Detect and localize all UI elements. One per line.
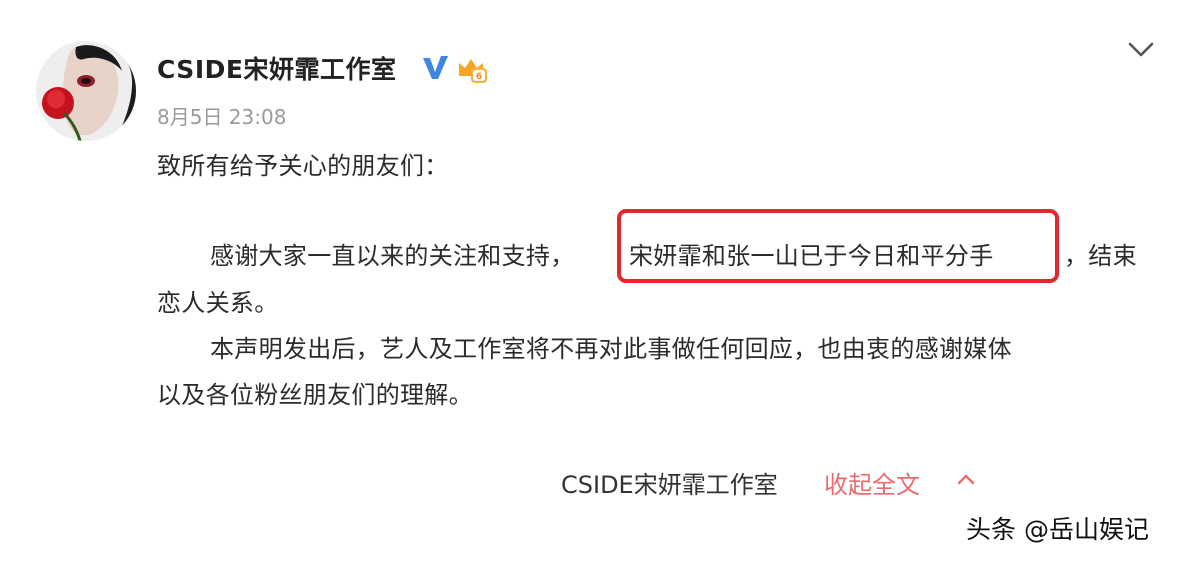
watermark: 头条 @岳山娱记 bbox=[966, 515, 1149, 544]
post-paragraph-1-continuation: 恋人关系。 bbox=[157, 289, 279, 317]
username[interactable]: CSIDE宋妍霏工作室 bbox=[157, 50, 396, 86]
post-timestamp[interactable]: 8月5日 23:08 bbox=[157, 101, 286, 130]
verified-v-icon bbox=[423, 56, 448, 79]
red-highlight-box bbox=[617, 209, 1059, 283]
post-paragraph-1-tail: ，结束 bbox=[1064, 242, 1137, 270]
footer-author: CSIDE宋妍霏工作室 bbox=[561, 471, 778, 499]
svg-text:6: 6 bbox=[476, 72, 482, 82]
vip-level-icon: 6 bbox=[459, 59, 487, 83]
weibo-post-card: CSIDE宋妍霏工作室 6 8月5日 23:08 致所有给予关心的朋友们： 感谢… bbox=[0, 0, 1204, 562]
chevron-up-icon[interactable] bbox=[955, 470, 977, 488]
post-greeting: 致所有给予关心的朋友们： bbox=[157, 152, 449, 180]
post-paragraph-1-start: 感谢大家一直以来的关注和支持， bbox=[210, 242, 575, 270]
avatar[interactable] bbox=[36, 41, 136, 141]
post-paragraph-2-start: 本声明发出后，艺人及工作室将不再对此事做任何回应，也由衷的感谢媒体 bbox=[210, 335, 1012, 363]
chevron-down-icon[interactable] bbox=[1124, 37, 1158, 63]
collapse-full-text-link[interactable]: 收起全文 bbox=[824, 465, 920, 500]
post-paragraph-2-continuation: 以及各位粉丝朋友们的理解。 bbox=[157, 381, 473, 409]
